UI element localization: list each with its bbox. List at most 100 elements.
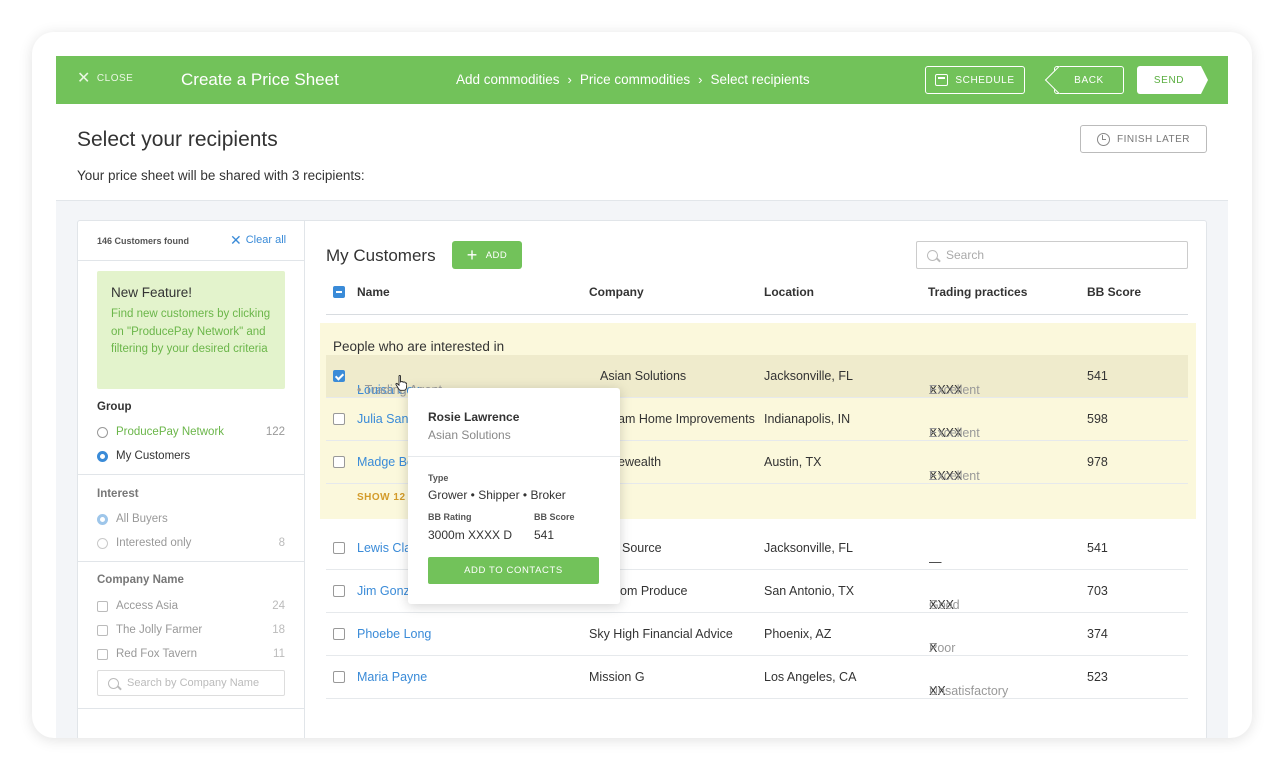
finish-later-label: FINISH LATER [1116, 133, 1191, 145]
company-option-access-asia[interactable]: Access Asia 24 [97, 598, 285, 614]
radio-unchecked-icon [97, 537, 108, 549]
plus-icon: + [466, 245, 478, 265]
option-label: ProducePay Network [116, 426, 225, 438]
company-cell: am Home Improvements [618, 412, 755, 426]
score-cell: 703 [1087, 584, 1108, 598]
rating-text: Unsatisfactory [929, 684, 1009, 698]
send-button[interactable]: SEND [1137, 66, 1208, 94]
schedule-button[interactable]: SCHEDULE [925, 66, 1025, 94]
select-all-checkbox[interactable] [333, 286, 345, 298]
app-card: ✕ CLOSE Create a Price Sheet Add commodi… [32, 32, 1252, 738]
column-header-bb-score[interactable]: BB Score [1087, 285, 1141, 299]
option-count: 122 [265, 426, 285, 438]
add-label: ADD [485, 249, 508, 261]
clear-all-label: Clear all [245, 234, 287, 246]
new-feature-body: Find new customers by clicking on "Produ… [111, 308, 271, 355]
clock-icon [1096, 132, 1110, 146]
chevron-right-icon: › [698, 72, 703, 87]
hover-card-company: Asian Solutions [428, 428, 511, 442]
row-checkbox[interactable] [333, 456, 345, 468]
location-cell: Los Angeles, CA [764, 670, 857, 684]
location-cell: Jacksonville, FL [764, 369, 853, 383]
customer-name-link[interactable]: Maria Payne [357, 670, 427, 684]
row-checkbox[interactable] [333, 542, 345, 554]
checkbox-icon [97, 624, 108, 636]
customer-name-link[interactable]: Lewis Cla [357, 541, 411, 555]
interested-group-title: People who are interested in [333, 339, 505, 354]
search-input[interactable]: Search [916, 241, 1188, 269]
breadcrumb-step-3: Select recipients [710, 72, 810, 87]
table-row[interactable]: Phoebe Long Sky High Financial Advice Ph… [326, 613, 1188, 656]
close-icon: ✕ [77, 69, 91, 87]
show-more-link[interactable]: SHOW 12 I [357, 492, 412, 503]
hand-cursor-icon [395, 375, 407, 391]
customers-title: My Customers [326, 246, 436, 265]
row-checkbox[interactable] [333, 671, 345, 683]
customer-name-link[interactable]: Julia Sanc [357, 412, 415, 426]
add-to-contacts-label: ADD TO CONTACTS [464, 565, 563, 576]
schedule-label: SCHEDULE [955, 74, 1015, 86]
row-checkbox[interactable] [333, 628, 345, 640]
radio-unchecked-icon [97, 426, 108, 438]
company-search-input[interactable]: Search by Company Name [97, 670, 285, 696]
radio-checked-icon [97, 450, 108, 462]
row-checkbox[interactable] [333, 585, 345, 597]
company-option-red-fox-tavern[interactable]: Red Fox Tavern 11 [97, 646, 285, 662]
option-count: 24 [272, 600, 285, 612]
top-bar: ✕ CLOSE Create a Price Sheet Add commodi… [56, 56, 1228, 104]
results-count: 146 Customers found [97, 236, 190, 246]
interest-option-interested-only[interactable]: Interested only 8 [97, 535, 285, 551]
page-title: Select your recipients [77, 128, 278, 151]
rating-text: Excellent [929, 469, 980, 483]
option-count: 8 [278, 537, 285, 549]
breadcrumb-step-2[interactable]: Price commodities [580, 72, 690, 87]
back-label: BACK [1074, 74, 1104, 86]
checkbox-icon [97, 648, 108, 660]
type-label: Type [428, 473, 449, 483]
row-checkbox[interactable] [333, 413, 345, 425]
option-label: Interested only [116, 537, 192, 549]
group-option-my-customers[interactable]: My Customers [97, 448, 285, 464]
rating-marks: — [929, 555, 942, 569]
score-cell: 978 [1087, 455, 1108, 469]
column-header-trading-practices[interactable]: Trading practices [928, 285, 1027, 299]
divider [78, 260, 304, 261]
clear-all-button[interactable]: ✕ Clear all [230, 232, 287, 248]
add-customer-button[interactable]: + ADD [452, 241, 522, 269]
add-to-contacts-button[interactable]: ADD TO CONTACTS [428, 557, 599, 584]
group-option-producepay-network[interactable]: ProducePay Network 122 [97, 424, 285, 440]
option-label: All Buyers [116, 513, 168, 525]
divider [78, 561, 304, 562]
customer-name-link[interactable]: Jim Gonz [357, 584, 410, 598]
column-header-name[interactable]: Name [357, 285, 390, 299]
company-cell: Source [622, 541, 662, 555]
location-cell: Jacksonville, FL [764, 541, 853, 555]
chevron-right-icon: › [567, 72, 572, 87]
row-checkbox[interactable] [333, 370, 345, 382]
radio-checked-icon [97, 513, 108, 525]
close-icon: ✕ [230, 232, 242, 248]
option-count: 18 [272, 624, 285, 636]
score-cell: 541 [1087, 541, 1108, 555]
customer-name-link[interactable]: Phoebe Long [357, 627, 431, 641]
bb-score-value: 541 [534, 528, 555, 542]
column-header-location[interactable]: Location [764, 285, 814, 299]
finish-later-button[interactable]: FINISH LATER [1080, 125, 1207, 153]
table-row[interactable]: Maria Payne Mission G Los Angeles, CA XX… [326, 656, 1188, 699]
option-label: The Jolly Farmer [116, 624, 203, 636]
interest-option-all-buyers[interactable]: All Buyers [97, 511, 285, 527]
location-cell: Austin, TX [764, 455, 822, 469]
rating-text: Good [929, 598, 960, 612]
back-button[interactable]: BACK [1054, 66, 1124, 94]
column-header-company[interactable]: Company [589, 285, 644, 299]
customer-name-link[interactable]: Madge Be [357, 455, 414, 469]
rating-text: Poor [929, 641, 956, 655]
company-option-jolly-farmer[interactable]: The Jolly Farmer 18 [97, 622, 285, 638]
divider [78, 474, 304, 475]
breadcrumb: Add commodities › Price commodities › Se… [456, 72, 810, 87]
bb-rating-label: BB Rating [428, 512, 472, 522]
company-cell: Mission G [589, 670, 645, 684]
breadcrumb-step-1[interactable]: Add commodities [456, 72, 560, 87]
close-button[interactable]: ✕ CLOSE [77, 69, 133, 87]
company-cell: om Produce [620, 584, 688, 598]
